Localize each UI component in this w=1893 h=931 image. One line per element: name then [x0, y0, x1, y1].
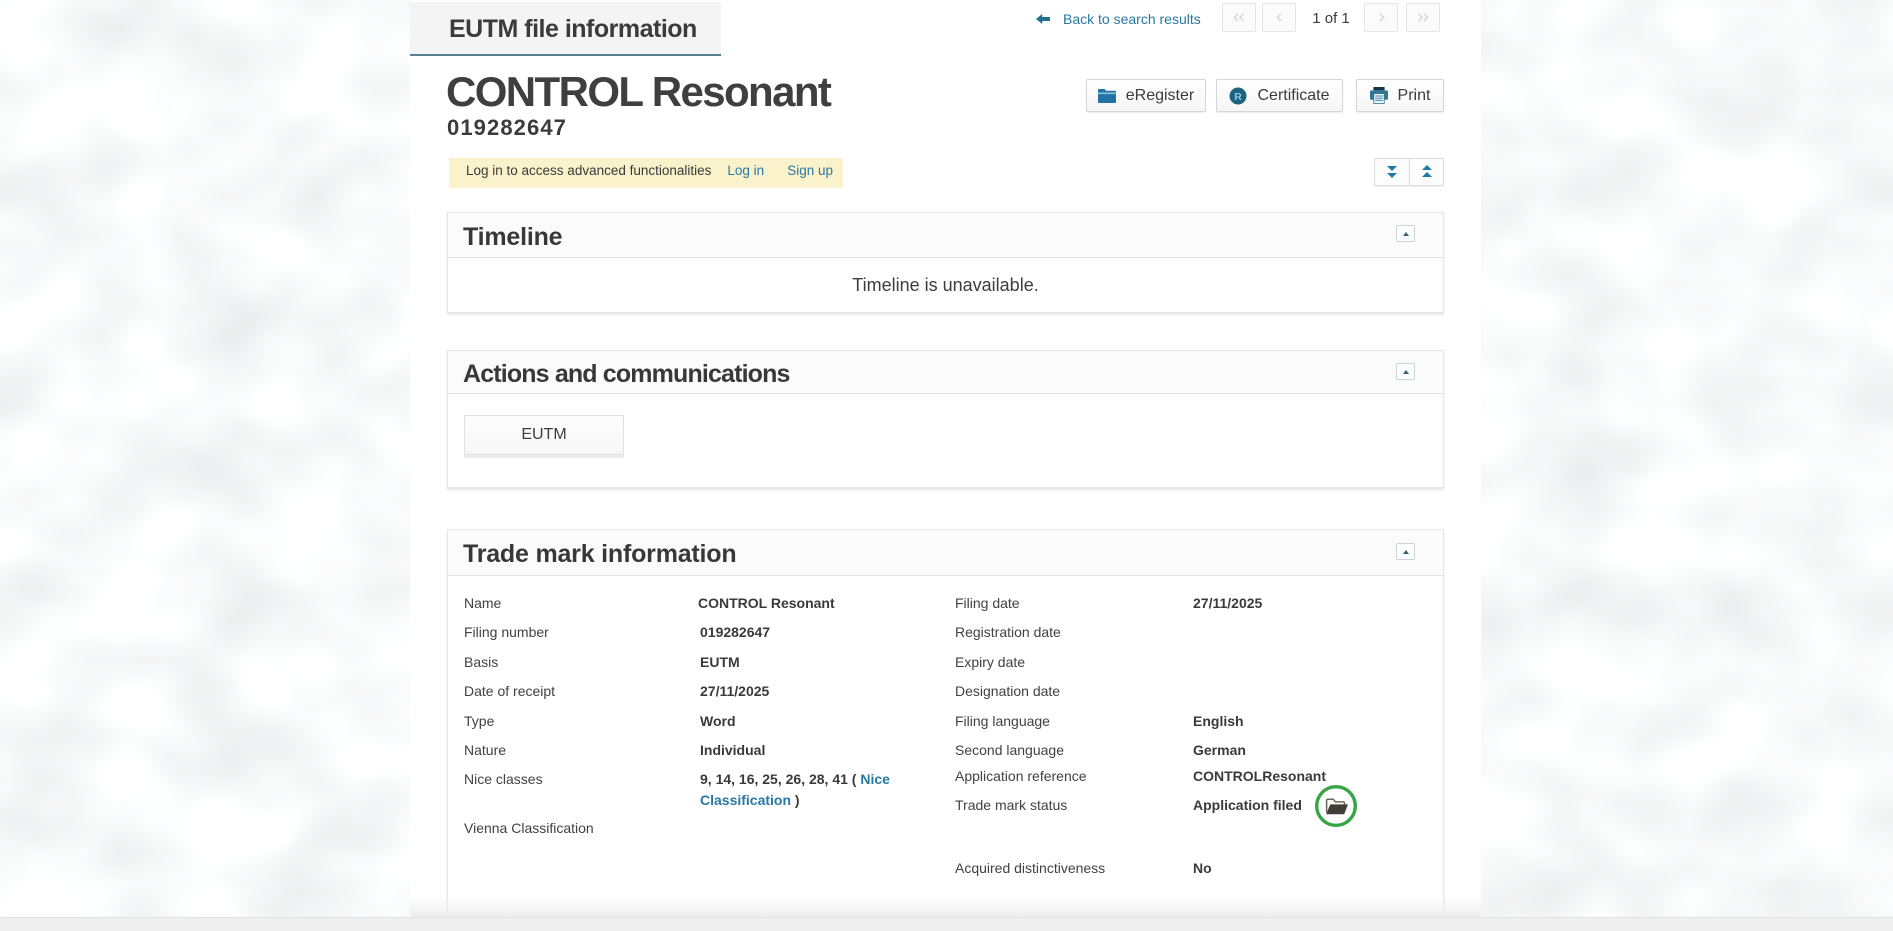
- svg-text:R: R: [1235, 91, 1243, 103]
